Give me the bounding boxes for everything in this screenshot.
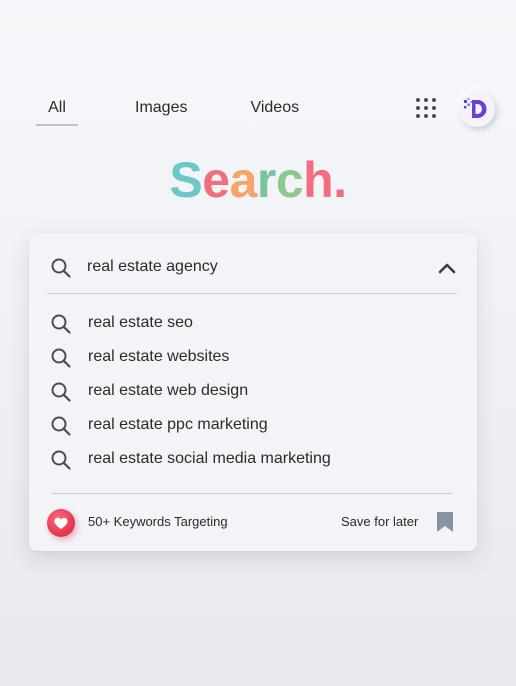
save-for-later-link[interactable]: Save for later <box>341 514 418 529</box>
suggestion-label: real estate seo <box>88 314 193 331</box>
search-icon <box>51 348 71 368</box>
search-icon <box>51 450 71 470</box>
search-brand-title: Search. <box>0 150 516 210</box>
brand-letter: S <box>169 152 203 208</box>
search-input[interactable] <box>87 255 417 279</box>
search-icon <box>51 314 71 334</box>
search-bar <box>29 233 477 295</box>
search-tabs: All Images Videos <box>36 96 299 126</box>
suggestion-label: real estate websites <box>88 348 230 365</box>
chevron-up-icon[interactable] <box>437 261 457 275</box>
search-icon <box>51 416 71 436</box>
brand-letter: h <box>303 152 334 208</box>
suggestion-item[interactable]: real estate seo <box>47 309 457 339</box>
apps-grid-icon[interactable] <box>416 98 436 118</box>
suggestion-label: real estate web design <box>88 382 249 399</box>
search-dropdown-card: real estate seo real estate websites rea… <box>29 233 477 551</box>
suggestion-item[interactable]: real estate web design <box>47 377 457 407</box>
tab-videos[interactable]: Videos <box>250 96 299 126</box>
brand-letter: a <box>229 152 258 208</box>
heart-icon[interactable] <box>47 509 75 537</box>
suggestion-label: real estate ppc marketing <box>88 416 268 433</box>
brand-logo-icon[interactable] <box>459 91 495 127</box>
divider <box>51 493 453 494</box>
search-icon <box>51 258 71 278</box>
suggestion-item[interactable]: real estate social media marketing <box>47 445 457 475</box>
bookmark-icon[interactable] <box>435 510 455 534</box>
search-icon <box>51 382 71 402</box>
brand-letter: . <box>333 152 347 208</box>
divider <box>47 293 457 294</box>
suggestion-item[interactable]: real estate websites <box>47 343 457 373</box>
keywords-count-label: 50+ Keywords Targeting <box>88 514 228 529</box>
suggestion-item[interactable]: real estate ppc marketing <box>47 411 457 441</box>
tab-all[interactable]: All <box>36 96 78 126</box>
tab-images[interactable]: Images <box>135 96 187 126</box>
brand-letter: c <box>275 152 304 208</box>
brand-letter: e <box>202 152 230 208</box>
brand-letter: r <box>256 152 276 208</box>
suggestion-label: real estate social media marketing <box>88 450 331 467</box>
